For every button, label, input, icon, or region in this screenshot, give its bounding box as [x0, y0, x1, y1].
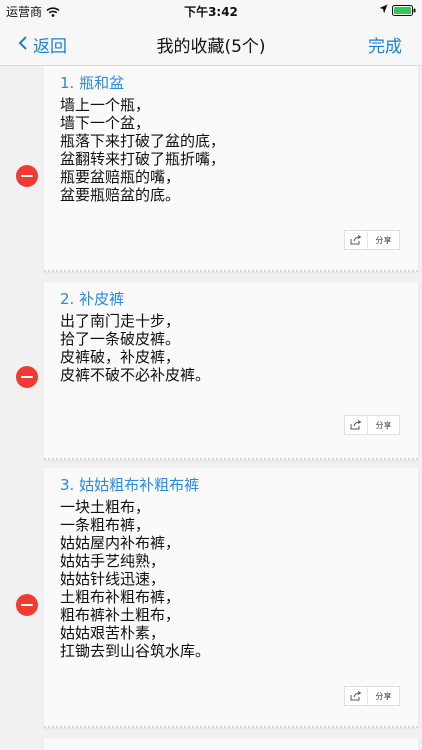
delete-icon[interactable] [16, 366, 38, 388]
card-body: 墙上一个瓶， 墙下一个盆， 瓶落下来打破了盆的底， 盆翻转来打破了瓶折嘴， 瓶要… [60, 96, 226, 204]
list-item: 3. 姑姑粗布补粗布裤 一块土粗布， 一条粗布裤， 姑姑屋内补布裤， 姑姑手艺纯… [0, 468, 422, 730]
favorite-card[interactable] [44, 738, 418, 750]
share-label: 分享 [375, 235, 392, 245]
list-item: 1. 瓶和盆 墙上一个瓶， 墙下一个盆， 瓶落下来打破了盆的底， 盆翻转来打破了… [0, 66, 422, 274]
share-label: 分享 [375, 691, 392, 701]
share-button[interactable]: 分享 [344, 686, 400, 706]
list-item: 2. 补皮裤 出了南门走十步， 拾了一条破皮裤。 皮裤破，补皮裤， 皮裤不破不必… [0, 282, 422, 462]
battery-icon [392, 4, 416, 16]
location-icon [379, 3, 388, 17]
card-title: 1. 瓶和盆 [60, 74, 125, 92]
share-icon [345, 231, 368, 249]
card-title: 3. 姑姑粗布补粗布裤 [60, 476, 200, 494]
navigation-bar: 返回 我的收藏(5个) 完成 [0, 22, 422, 66]
share-button[interactable]: 分享 [344, 415, 400, 435]
share-icon [345, 687, 368, 705]
card-body: 出了南门走十步， 拾了一条破皮裤。 皮裤破，补皮裤， 皮裤不破不必补皮裤。 [60, 312, 211, 384]
share-label: 分享 [375, 420, 392, 430]
favorites-list[interactable]: 1. 瓶和盆 墙上一个瓶， 墙下一个盆， 瓶落下来打破了盆的底， 盆翻转来打破了… [0, 66, 422, 750]
page-title: 我的收藏(5个) [156, 37, 266, 57]
status-time: 下午3:42 [184, 5, 238, 19]
card-title: 2. 补皮裤 [60, 290, 125, 308]
favorite-card[interactable]: 3. 姑姑粗布补粗布裤 一块土粗布， 一条粗布裤， 姑姑屋内补布裤， 姑姑手艺纯… [44, 468, 418, 728]
favorite-card[interactable]: 1. 瓶和盆 墙上一个瓶， 墙下一个盆， 瓶落下来打破了盆的底， 盆翻转来打破了… [44, 66, 418, 272]
share-button[interactable]: 分享 [344, 230, 400, 250]
status-bar: 运营商 下午3:42 [0, 0, 422, 22]
card-body: 一块土粗布， 一条粗布裤， 姑姑屋内补布裤， 姑姑手艺纯熟， 姑姑针线迅速， 土… [60, 498, 211, 660]
list-item [0, 738, 422, 750]
delete-icon[interactable] [16, 594, 38, 616]
delete-icon[interactable] [16, 165, 38, 187]
favorite-card[interactable]: 2. 补皮裤 出了南门走十步， 拾了一条破皮裤。 皮裤破，补皮裤， 皮裤不破不必… [44, 282, 418, 460]
share-icon [345, 416, 368, 434]
done-button[interactable]: 完成 [368, 32, 402, 57]
status-right [379, 3, 416, 17]
